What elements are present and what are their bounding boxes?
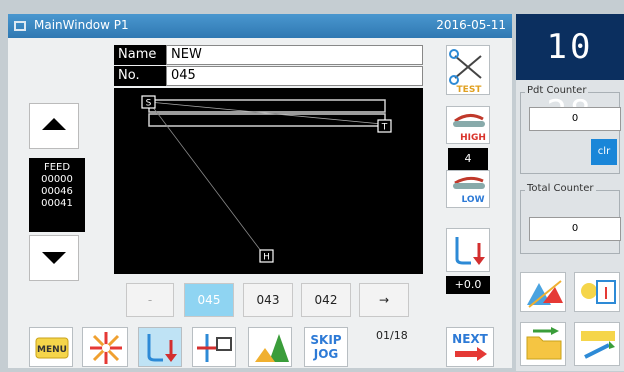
tree-icon <box>255 334 289 362</box>
move-origin-button[interactable] <box>192 327 236 367</box>
info-button[interactable] <box>574 272 620 312</box>
page-next-button[interactable]: → <box>359 283 409 317</box>
thread-tension-low-icon: LOW <box>453 176 485 205</box>
page-prev-button[interactable]: - <box>126 283 174 317</box>
window-title: MainWindow P1 <box>34 18 129 32</box>
marker-start: S <box>146 99 152 109</box>
total-counter-group: Total Counter 0 <box>520 183 621 254</box>
sun-icon <box>90 332 122 364</box>
pdt-counter-title: Pdt Counter <box>525 85 589 96</box>
next-label: NEXT <box>452 332 488 346</box>
presser-foot-button[interactable] <box>138 327 182 367</box>
shapes-icon <box>527 280 563 308</box>
clock-display: 10 28 <box>516 14 624 133</box>
arrow-down-icon <box>42 252 66 264</box>
page-indicator: 01/18 <box>376 329 408 342</box>
stitch-rect-top <box>148 99 386 113</box>
low-label: LOW <box>462 195 485 205</box>
file-open-button[interactable] <box>520 322 566 366</box>
scroll-up-button[interactable] <box>29 103 79 149</box>
menu-icon: MENU <box>35 337 69 359</box>
needle-offset-button[interactable] <box>446 228 490 272</box>
total-counter-title: Total Counter <box>525 183 596 194</box>
feed-display: FEED 00000 00046 00041 <box>29 158 85 232</box>
feed-line-1: 00000 <box>41 174 73 185</box>
crosshair-arrow-icon <box>197 334 232 362</box>
arrow-up-icon <box>42 118 66 130</box>
feed-line-3: 00041 <box>41 198 73 209</box>
jog-path-line <box>148 101 265 256</box>
window-icon <box>14 21 26 31</box>
threading-button[interactable] <box>82 327 128 367</box>
pattern-item-042[interactable]: 042 <box>301 283 351 317</box>
pattern-edit-button[interactable] <box>520 272 566 312</box>
menu-button[interactable]: MENU <box>29 327 73 367</box>
thread-tension-high-icon: HIGH <box>453 114 486 143</box>
pattern-copy-button[interactable] <box>574 322 620 366</box>
scroll-down-button[interactable] <box>29 235 79 281</box>
feed-line-2: 00046 <box>41 186 73 197</box>
no-label: No. <box>114 66 166 86</box>
pattern-canvas[interactable]: S T H <box>114 88 423 274</box>
lightbulb-info-icon <box>581 280 616 304</box>
skip-label: SKIP <box>310 333 342 347</box>
stitch-diagonal <box>148 101 383 125</box>
feed-title: FEED <box>43 162 71 173</box>
pdt-counter-group: Pdt Counter 0 clr <box>520 85 621 174</box>
total-counter-value: 0 <box>529 217 621 241</box>
tension-low-button[interactable]: LOW <box>446 170 490 208</box>
pattern-item-045[interactable]: 045 <box>184 283 234 317</box>
pattern-drawing: S T H <box>141 95 392 263</box>
marker-turn: T <box>381 123 388 133</box>
offset-value: +0.0 <box>446 276 490 294</box>
jog-label: JOG <box>313 347 339 361</box>
menu-label: MENU <box>37 345 67 355</box>
arrow-right-icon <box>455 347 487 361</box>
skip-jog-button[interactable]: SKIP JOG <box>304 327 348 367</box>
tension-high-button[interactable]: HIGH <box>446 106 490 144</box>
stitch-rect-bottom <box>148 113 386 127</box>
clear-counter-button[interactable]: clr <box>591 139 617 165</box>
marker-home: H <box>263 253 270 263</box>
no-field[interactable]: 045 <box>166 66 423 86</box>
date-display: 2016-05-11 <box>436 18 506 32</box>
pattern-item-043[interactable]: 043 <box>243 283 293 317</box>
name-field[interactable]: NEW <box>166 45 423 65</box>
foot-down-icon <box>455 237 485 265</box>
pdt-counter-value: 0 <box>529 107 621 131</box>
origin-return-button[interactable] <box>248 327 292 367</box>
title-bar: MainWindow P1 2016-05-11 <box>8 14 512 38</box>
folder-icon <box>526 327 562 360</box>
presser-foot-icon <box>147 334 177 362</box>
tension-value: 4 <box>448 148 488 170</box>
next-button[interactable]: NEXT <box>446 327 494 367</box>
high-label: HIGH <box>460 133 486 143</box>
pencil-icon <box>581 331 615 359</box>
test-button[interactable]: TEST <box>446 45 490 95</box>
test-label: TEST <box>457 85 483 95</box>
name-label: Name <box>114 45 166 65</box>
scissors-icon: TEST <box>449 49 483 95</box>
